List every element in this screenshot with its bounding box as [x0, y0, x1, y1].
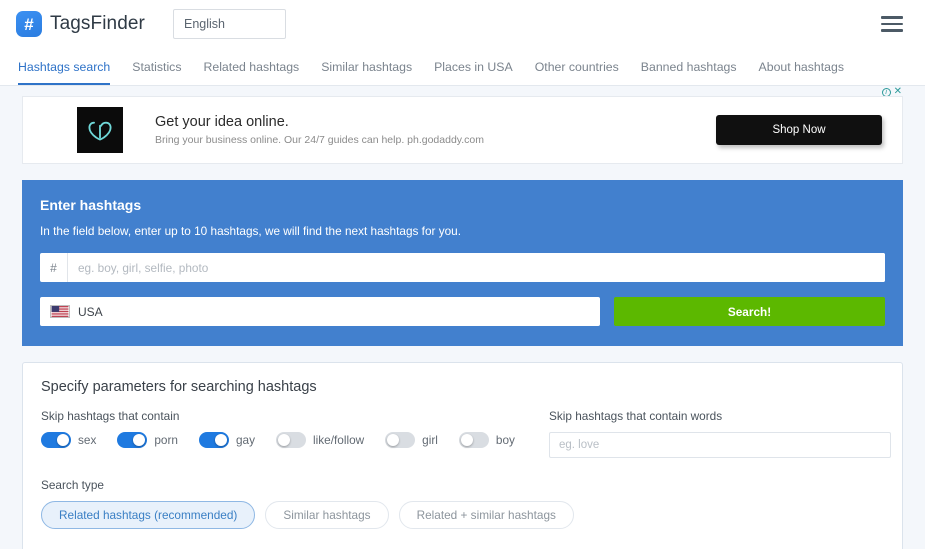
- toggle-label: gay: [235, 433, 256, 447]
- toggle-label: sex: [78, 433, 97, 447]
- toggle-knob: [214, 434, 227, 446]
- nav-item-related-hashtags[interactable]: Related hashtags: [192, 48, 310, 85]
- toggle-item-boy[interactable]: boy: [458, 432, 515, 448]
- toggle-item-porn[interactable]: porn: [117, 432, 178, 448]
- nav-item-statistics[interactable]: Statistics: [121, 48, 192, 85]
- hamburger-bar-1: [881, 16, 903, 19]
- brand[interactable]: # TagsFinder: [16, 11, 145, 37]
- godaddy-logo-icon: [77, 107, 123, 153]
- language-select[interactable]: English: [173, 9, 286, 39]
- language-select-value: English: [184, 17, 225, 31]
- toggle-switch-like-follow[interactable]: [276, 432, 307, 448]
- nav-item-label: Statistics: [132, 59, 182, 74]
- params-columns: Skip hashtags that contain sex porn gay: [41, 409, 891, 458]
- usa-flag-icon: [50, 305, 70, 318]
- nav-item-label: Other countries: [534, 59, 619, 74]
- toggle-item-girl[interactable]: girl: [385, 432, 438, 448]
- nav-item-other-countries[interactable]: Other countries: [524, 48, 630, 85]
- hashtag-input[interactable]: [68, 253, 885, 282]
- ad-text: Get your idea online. Bring your busines…: [155, 114, 716, 146]
- nav-item-label: About hashtags: [758, 59, 844, 74]
- params-title: Specify parameters for searching hashtag…: [41, 379, 317, 395]
- toggle-knob: [133, 434, 146, 446]
- hashtag-input-group[interactable]: #: [40, 253, 885, 282]
- ad-subtitle: Bring your business online. Our 24/7 gui…: [155, 134, 485, 146]
- search-type-related-similar[interactable]: Related + similar hashtags: [398, 501, 574, 529]
- nav-item-places-in-usa[interactable]: Places in USA: [423, 48, 524, 85]
- hamburger-menu-icon[interactable]: [881, 16, 903, 32]
- country-and-search-row: USA Search!: [40, 297, 885, 326]
- nav-item-label: Banned hashtags: [640, 59, 737, 74]
- country-select-value: USA: [78, 304, 103, 319]
- panel-title: Enter hashtags: [40, 197, 142, 213]
- toggle-knob: [278, 434, 291, 446]
- toggle-switch-gay[interactable]: [198, 432, 229, 448]
- toggle-label: girl: [422, 433, 438, 447]
- params-left-column: Skip hashtags that contain sex porn gay: [41, 409, 541, 458]
- nav-item-label: Related hashtags: [203, 59, 300, 74]
- toggle-switch-boy[interactable]: [458, 432, 489, 448]
- nav-item-similar-hashtags[interactable]: Similar hashtags: [310, 48, 423, 85]
- toggle-item-gay[interactable]: gay: [198, 432, 256, 448]
- toggle-item-sex[interactable]: sex: [41, 432, 96, 448]
- toggle-item-like-follow[interactable]: like/follow: [276, 432, 364, 448]
- page-content: i ✕ Get your idea online. Bring your bus…: [0, 86, 925, 549]
- search-type-options: Related hashtags (recommended) Similar h…: [41, 501, 884, 529]
- toggle-knob: [387, 434, 400, 446]
- hash-prefix-icon: #: [40, 253, 68, 282]
- search-type-block: Search type Related hashtags (recommende…: [41, 478, 884, 529]
- params-right-column: Skip hashtags that contain words: [541, 409, 891, 458]
- search-type-similar[interactable]: Similar hashtags: [265, 501, 389, 529]
- nav-item-banned-hashtags[interactable]: Banned hashtags: [630, 48, 748, 85]
- main-nav: Hashtags search Statistics Related hasht…: [0, 48, 925, 86]
- hashtag-logo-icon: #: [16, 11, 42, 37]
- toggle-switch-sex[interactable]: [41, 432, 71, 448]
- advertisement: i ✕ Get your idea online. Bring your bus…: [22, 86, 903, 164]
- brand-name: TagsFinder: [50, 13, 145, 34]
- toggle-label: like/follow: [313, 433, 365, 447]
- app-header: # TagsFinder English: [0, 0, 925, 48]
- nav-item-label: Similar hashtags: [321, 59, 413, 74]
- nav-item-about-hashtags[interactable]: About hashtags: [748, 48, 855, 85]
- search-type-label: Search type: [41, 478, 104, 492]
- nav-item-label: Places in USA: [434, 59, 513, 74]
- toggle-knob: [57, 434, 69, 446]
- search-type-related[interactable]: Related hashtags (recommended): [41, 501, 256, 529]
- panel-subtitle: In the field below, enter up to 10 hasht…: [40, 224, 462, 238]
- logo-glyph: #: [24, 14, 34, 34]
- search-parameters-card: Specify parameters for searching hashtag…: [22, 362, 903, 549]
- skip-words-label: Skip hashtags that contain words: [549, 409, 723, 423]
- toggle-switch-porn[interactable]: [117, 432, 148, 448]
- ad-banner[interactable]: Get your idea online. Bring your busines…: [22, 96, 903, 164]
- enter-hashtags-panel: Enter hashtags In the field below, enter…: [22, 180, 903, 346]
- toggle-switch-girl[interactable]: [385, 432, 416, 448]
- search-button[interactable]: Search!: [614, 297, 885, 326]
- skip-contain-label: Skip hashtags that contain: [41, 409, 180, 423]
- skip-contain-toggles: sex porn gay like/follow girl boy: [41, 432, 541, 448]
- toggle-label: boy: [495, 433, 515, 447]
- toggle-knob: [460, 434, 473, 446]
- nav-item-label: Hashtags search: [18, 59, 111, 74]
- skip-words-input[interactable]: [549, 432, 891, 458]
- hamburger-bar-3: [881, 29, 903, 32]
- ad-title: Get your idea online.: [155, 114, 289, 130]
- nav-item-hashtags-search[interactable]: Hashtags search: [18, 48, 121, 85]
- country-select[interactable]: USA: [40, 297, 600, 326]
- toggle-label: porn: [154, 433, 178, 447]
- ad-cta-button[interactable]: Shop Now: [716, 115, 882, 145]
- hamburger-bar-2: [881, 22, 903, 26]
